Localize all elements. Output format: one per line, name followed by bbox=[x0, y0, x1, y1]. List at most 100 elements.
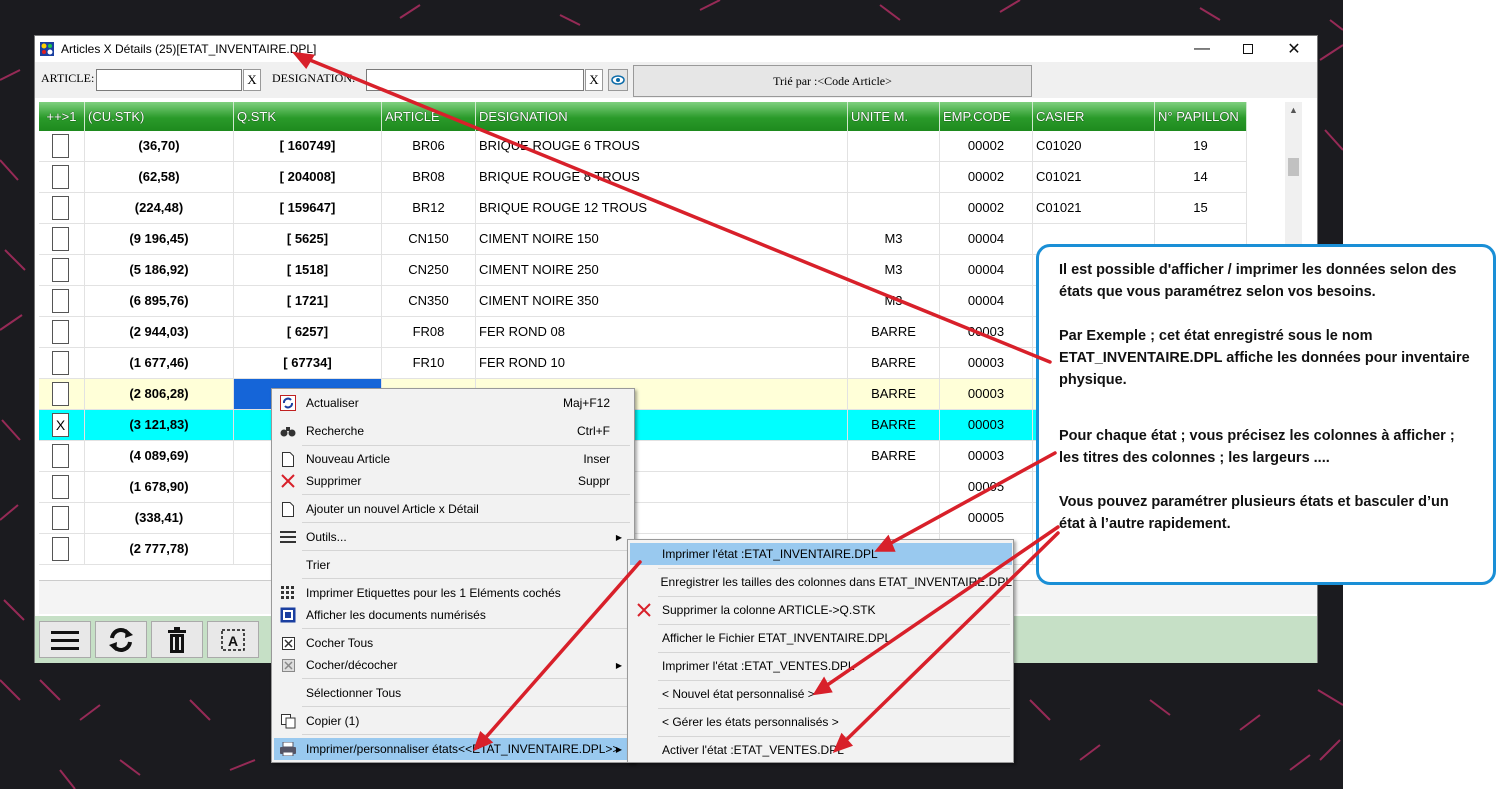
cell-casier[interactable]: C01021 bbox=[1033, 162, 1155, 193]
column-header[interactable]: DESIGNATION bbox=[476, 102, 848, 131]
cell-emp[interactable]: 00002 bbox=[940, 193, 1033, 224]
cell-emp[interactable]: 00004 bbox=[940, 224, 1033, 255]
submenu-item-nouvel-etat[interactable]: < Nouvel état personnalisé > bbox=[630, 683, 1012, 705]
cell-cu[interactable]: (1 678,90) bbox=[85, 472, 234, 503]
row-checkbox-cell[interactable] bbox=[39, 224, 85, 255]
cell-unite[interactable] bbox=[848, 472, 940, 503]
cell-unite[interactable]: BARRE bbox=[848, 379, 940, 410]
designation-search-input[interactable] bbox=[366, 69, 584, 91]
clear-designation-button[interactable]: X bbox=[585, 69, 603, 91]
cell-emp[interactable]: 00003 bbox=[940, 317, 1033, 348]
cell-emp[interactable]: 00004 bbox=[940, 286, 1033, 317]
cell-article[interactable]: FR10 bbox=[382, 348, 476, 379]
column-header[interactable]: UNITE M. bbox=[848, 102, 940, 131]
article-search-input[interactable] bbox=[96, 69, 242, 91]
cell-cu[interactable]: (3 121,83) bbox=[85, 410, 234, 441]
cell-casier[interactable]: C01020 bbox=[1033, 131, 1155, 162]
cell-designation[interactable]: BRIQUE ROUGE 12 TROUS bbox=[476, 193, 848, 224]
row-checkbox[interactable] bbox=[52, 134, 69, 158]
submenu-item-enregistrer-tailles[interactable]: Enregistrer les tailles des colonnes dan… bbox=[630, 571, 1012, 593]
row-checkbox[interactable] bbox=[52, 258, 69, 282]
row-checkbox[interactable] bbox=[52, 196, 69, 220]
sort-button[interactable]: Trié par :<Code Article> bbox=[633, 65, 1032, 97]
menu-icon[interactable] bbox=[39, 621, 91, 658]
cell-unite[interactable]: M3 bbox=[848, 286, 940, 317]
cell-unite[interactable]: BARRE bbox=[848, 317, 940, 348]
cell-unite[interactable] bbox=[848, 131, 940, 162]
cell-unite[interactable]: BARRE bbox=[848, 410, 940, 441]
cell-cu[interactable]: (36,70) bbox=[85, 131, 234, 162]
cell-emp[interactable]: 00003 bbox=[940, 379, 1033, 410]
cell-designation[interactable]: CIMENT NOIRE 350 bbox=[476, 286, 848, 317]
row-checkbox-cell[interactable] bbox=[39, 472, 85, 503]
scroll-up-icon[interactable]: ▲ bbox=[1285, 102, 1302, 119]
cell-cu[interactable]: (1 677,46) bbox=[85, 348, 234, 379]
cell-emp[interactable]: 00002 bbox=[940, 162, 1033, 193]
cell-unite[interactable]: BARRE bbox=[848, 441, 940, 472]
row-checkbox-cell[interactable] bbox=[39, 503, 85, 534]
cell-cu[interactable]: (2 944,03) bbox=[85, 317, 234, 348]
column-header[interactable]: CASIER bbox=[1033, 102, 1155, 131]
row-checkbox[interactable] bbox=[52, 382, 69, 406]
cell-designation[interactable]: BRIQUE ROUGE 6 TROUS bbox=[476, 131, 848, 162]
cell-qstk[interactable]: [ 67734] bbox=[234, 348, 382, 379]
menu-item-trier[interactable]: Trier bbox=[274, 554, 632, 576]
cell-qstk[interactable]: [ 1721] bbox=[234, 286, 382, 317]
column-header[interactable]: ++>1 bbox=[39, 102, 85, 131]
cell-unite[interactable] bbox=[848, 503, 940, 534]
cell-designation[interactable]: CIMENT NOIRE 250 bbox=[476, 255, 848, 286]
cell-papillon[interactable]: 15 bbox=[1155, 193, 1247, 224]
menu-item-recherche[interactable]: Recherche Ctrl+F bbox=[274, 420, 632, 442]
row-checkbox[interactable] bbox=[52, 351, 69, 375]
cell-emp[interactable]: 00005 bbox=[940, 503, 1033, 534]
submenu-item-activer-ventes[interactable]: Activer l'état :ETAT_VENTES.DPL bbox=[630, 739, 1012, 761]
cell-emp[interactable]: 00004 bbox=[940, 255, 1033, 286]
cell-emp[interactable]: 00003 bbox=[940, 410, 1033, 441]
submenu-item-afficher-fichier[interactable]: Afficher le Fichier ETAT_INVENTAIRE.DPL bbox=[630, 627, 1012, 649]
minimize-icon[interactable]: — bbox=[1179, 36, 1225, 61]
cell-qstk[interactable]: [ 5625] bbox=[234, 224, 382, 255]
cell-qstk[interactable]: [ 6257] bbox=[234, 317, 382, 348]
maximize-icon[interactable] bbox=[1225, 36, 1271, 61]
cell-designation[interactable]: CIMENT NOIRE 150 bbox=[476, 224, 848, 255]
submenu-item-gerer-etats[interactable]: < Gérer les états personnalisés > bbox=[630, 711, 1012, 733]
submenu-item-supprimer-colonne[interactable]: Supprimer la colonne ARTICLE->Q.STK bbox=[630, 599, 1012, 621]
cell-article[interactable]: BR08 bbox=[382, 162, 476, 193]
menu-item-cocher-decocher[interactable]: Cocher/décocher ▶ bbox=[274, 654, 632, 676]
menu-item-copier[interactable]: Copier (1) bbox=[274, 710, 632, 732]
menu-item-documents-numerises[interactable]: Afficher les documents numérisés bbox=[274, 604, 632, 626]
row-checkbox-cell[interactable] bbox=[39, 286, 85, 317]
row-checkbox[interactable] bbox=[52, 320, 69, 344]
cell-cu[interactable]: (6 895,76) bbox=[85, 286, 234, 317]
row-checkbox[interactable] bbox=[52, 289, 69, 313]
cell-papillon[interactable]: 14 bbox=[1155, 162, 1247, 193]
cell-cu[interactable]: (9 196,45) bbox=[85, 224, 234, 255]
cell-article[interactable]: CN150 bbox=[382, 224, 476, 255]
column-header[interactable]: N° PAPILLON bbox=[1155, 102, 1247, 131]
cell-cu[interactable]: (338,41) bbox=[85, 503, 234, 534]
cell-article[interactable]: BR12 bbox=[382, 193, 476, 224]
cell-designation[interactable]: FER ROND 08 bbox=[476, 317, 848, 348]
row-checkbox-cell[interactable] bbox=[39, 348, 85, 379]
row-checkbox[interactable] bbox=[52, 165, 69, 189]
table-row[interactable]: (224,48)[ 159647] BR12 BRIQUE ROUGE 12 TRO… bbox=[39, 193, 1247, 224]
row-checkbox[interactable]: X bbox=[52, 413, 69, 437]
row-checkbox-cell[interactable] bbox=[39, 193, 85, 224]
menu-item-cocher-tous[interactable]: Cocher Tous bbox=[274, 632, 632, 654]
cell-cu[interactable]: (2 777,78) bbox=[85, 534, 234, 565]
cell-emp[interactable]: 00003 bbox=[940, 348, 1033, 379]
table-row[interactable]: (62,58)[ 204008] BR08 BRIQUE ROUGE 8 TROUS… bbox=[39, 162, 1247, 193]
cell-designation[interactable]: FER ROND 10 bbox=[476, 348, 848, 379]
menu-item-actualiser[interactable]: Actualiser Maj+F12 bbox=[274, 392, 632, 414]
row-checkbox-cell[interactable] bbox=[39, 131, 85, 162]
menu-item-nouveau-article[interactable]: Nouveau Article Inser bbox=[274, 448, 632, 470]
cell-unite[interactable] bbox=[848, 162, 940, 193]
cell-article[interactable]: CN350 bbox=[382, 286, 476, 317]
cell-unite[interactable] bbox=[848, 193, 940, 224]
menu-item-imprimer-etiquettes[interactable]: Imprimer Etiquettes pour les 1 Eléments … bbox=[274, 582, 632, 604]
clear-article-button[interactable]: X bbox=[243, 69, 261, 91]
row-checkbox[interactable] bbox=[52, 537, 69, 561]
cell-article[interactable]: CN250 bbox=[382, 255, 476, 286]
cell-qstk[interactable]: [ 160749] bbox=[234, 131, 382, 162]
cell-emp[interactable]: 00002 bbox=[940, 131, 1033, 162]
